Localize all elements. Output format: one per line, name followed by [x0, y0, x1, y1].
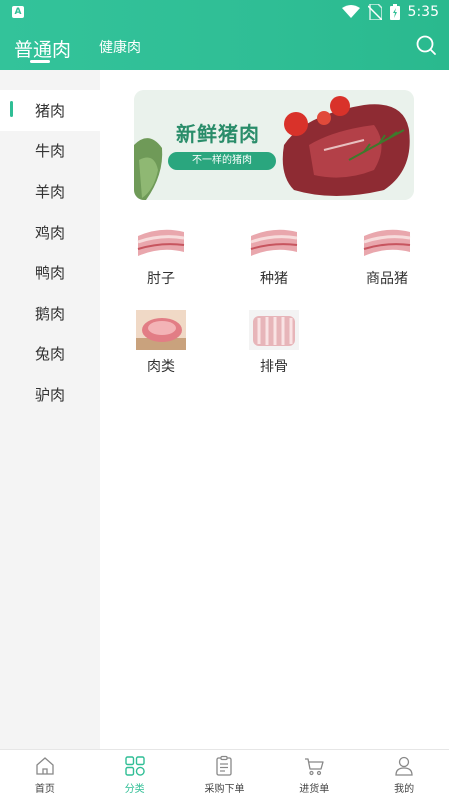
nav-label: 采购下单 [204, 784, 245, 795]
order-icon [216, 755, 233, 776]
tab-healthy-meat[interactable]: 健康肉 [99, 37, 141, 57]
sidebar-item-mutton[interactable]: 羊肉 [0, 171, 100, 212]
promo-banner[interactable]: 新鲜猪肉 不一样的猪肉 [134, 90, 414, 200]
nav-label: 首页 [34, 784, 55, 795]
sidebar-item-chicken[interactable]: 鸡肉 [0, 212, 100, 253]
search-icon[interactable] [415, 34, 437, 56]
nav-label: 进货单 [299, 784, 330, 795]
sidebar-item-label: 鸡肉 [35, 223, 66, 242]
sidebar-item-label: 羊肉 [35, 182, 66, 201]
pork-belly-image [249, 222, 299, 262]
sidebar-item-goose[interactable]: 鹅肉 [0, 293, 100, 334]
nav-label: 我的 [394, 784, 415, 795]
category-item-commodity-pig[interactable]: 商品猪 [352, 222, 422, 288]
active-tab-indicator [30, 60, 50, 63]
category-label: 商品猪 [366, 271, 408, 287]
bottom-navigation: 首页 分类 采购下单 进货单 我的 [0, 749, 449, 800]
sidebar-item-label: 牛肉 [35, 142, 66, 161]
cart-icon [305, 758, 324, 776]
nav-label: 分类 [124, 784, 145, 795]
no-sim-icon [367, 4, 382, 20]
user-icon [395, 756, 413, 776]
battery-icon [389, 4, 400, 20]
wifi-icon [341, 5, 360, 18]
sidebar-item-label: 驴肉 [35, 385, 66, 404]
category-label: 肉类 [147, 359, 175, 375]
home-icon [36, 757, 54, 775]
nav-purchase-order[interactable]: 采购下单 [180, 750, 270, 800]
sidebar-item-label: 兔肉 [35, 345, 66, 364]
top-header: A 5:35 普通肉 健康肉 [0, 0, 449, 70]
sidebar-item-rabbit[interactable]: 兔肉 [0, 334, 100, 375]
tab-normal-meat[interactable]: 普通肉 [14, 35, 71, 62]
category-sidebar: 猪肉 牛肉 羊肉 鸡肉 鸭肉 鹅肉 兔肉 驴肉 [0, 70, 100, 749]
sidebar-item-pork[interactable]: 猪肉 [0, 90, 100, 131]
status-bar: A 5:35 [0, 0, 449, 26]
sidebar-item-label: 鸭肉 [35, 264, 66, 283]
pork-belly-image [362, 222, 412, 262]
category-item-meat[interactable]: 肉类 [126, 310, 196, 376]
sidebar-item-beef[interactable]: 牛肉 [0, 131, 100, 172]
banner-subtitle: 不一样的猪肉 [168, 152, 276, 170]
clock: 5:35 [407, 4, 439, 20]
sidebar-item-donkey[interactable]: 驴肉 [0, 374, 100, 415]
app-notification-icon: A [12, 6, 24, 18]
banner-title: 新鲜猪肉 [176, 122, 260, 146]
category-content: 新鲜猪肉 不一样的猪肉 肘子 种猪 商品猪 肉类 排骨 [100, 70, 449, 749]
category-item-ribs[interactable]: 排骨 [239, 310, 309, 376]
category-item-pork-knuckle[interactable]: 肘子 [126, 222, 196, 288]
pork-cut-image [136, 310, 186, 350]
nav-home[interactable]: 首页 [0, 750, 90, 800]
category-icon [124, 756, 145, 776]
category-label: 肘子 [147, 271, 175, 287]
sidebar-item-label: 猪肉 [35, 101, 66, 120]
category-label: 排骨 [260, 359, 288, 375]
sidebar-item-label: 鹅肉 [35, 304, 66, 323]
category-label: 种猪 [260, 271, 288, 287]
sidebar-item-duck[interactable]: 鸭肉 [0, 252, 100, 293]
pork-belly-image [136, 222, 186, 262]
category-item-breeding-pig[interactable]: 种猪 [239, 222, 309, 288]
nav-category[interactable]: 分类 [90, 750, 180, 800]
nav-cart[interactable]: 进货单 [269, 750, 359, 800]
nav-me[interactable]: 我的 [359, 750, 449, 800]
header-tabs: 普通肉 健康肉 [0, 30, 449, 70]
pork-ribs-image [249, 310, 299, 350]
